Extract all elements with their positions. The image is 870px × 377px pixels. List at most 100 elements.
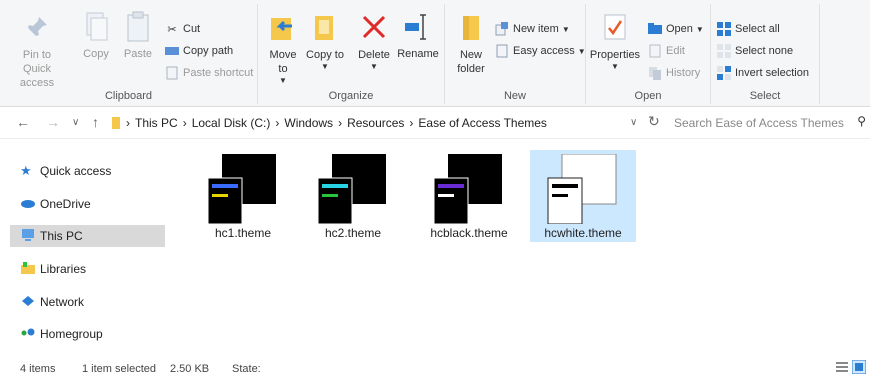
copy-button[interactable]: Copy (76, 10, 116, 60)
select-none-icon (717, 44, 731, 58)
up-arrow-icon[interactable]: ↑ (92, 114, 99, 130)
nav-item-label: Network (40, 295, 85, 309)
edit-button[interactable]: Edit (648, 44, 685, 58)
open-button[interactable]: Open ▼ (648, 22, 704, 36)
new-item-button[interactable]: New item ▼ (495, 22, 570, 36)
breadcrumb-ease-of-access-themes[interactable]: Ease of Access Themes (418, 116, 547, 130)
copy-to-icon (308, 10, 342, 44)
cut-button[interactable]: ✂ Cut (165, 22, 200, 36)
copy-to-label: Copy to (306, 49, 344, 61)
edit-label: Edit (666, 45, 685, 57)
nav-item-libraries[interactable]: Libraries (10, 258, 165, 280)
breadcrumb-local-disk[interactable]: Local Disk (C:) (192, 116, 271, 130)
new-item-label: New item (513, 23, 559, 35)
breadcrumb-separator-icon: › (409, 116, 414, 130)
file-item-hc2[interactable]: hc2.theme (300, 150, 406, 242)
nav-item-label: Homegroup (40, 327, 103, 341)
properties-icon (598, 10, 632, 44)
copy-to-button[interactable]: Copy to ▼ (306, 10, 344, 71)
file-item-hcblack[interactable]: hcblack.theme (416, 150, 522, 242)
file-name: hc1.theme (214, 226, 272, 240)
select-group: Select all Select none Invert selection … (711, 4, 820, 104)
new-item-icon (495, 22, 509, 36)
copy-path-label: Copy path (183, 45, 234, 57)
computer-icon (20, 229, 36, 243)
open-group-label: Open (634, 90, 662, 102)
paste-shortcut-label: Paste shortcut (183, 67, 254, 79)
open-label: Open (666, 23, 693, 35)
paste-button[interactable]: Paste (118, 10, 158, 60)
file-item-hcwhite[interactable]: hcwhite.theme (530, 150, 636, 242)
file-item-hc1[interactable]: hc1.theme (190, 150, 296, 242)
copy-icon (79, 10, 113, 44)
theme-file-icon (433, 154, 502, 224)
refresh-icon[interactable]: ↻ (648, 113, 660, 130)
breadcrumb-this-pc[interactable]: This PC (135, 116, 178, 130)
file-name: hcwhite.theme (544, 226, 622, 240)
search-box[interactable]: Search Ease of Access Themes ⚲ (668, 113, 866, 133)
breadcrumb-separator-icon: › (338, 116, 343, 130)
breadcrumb-resources[interactable]: Resources (347, 116, 404, 130)
paste-shortcut-button[interactable]: Paste shortcut (165, 66, 253, 80)
rename-button[interactable]: Rename (396, 10, 440, 60)
details-view-icon[interactable] (836, 361, 848, 376)
open-group: Properties ▼ Open ▼ Edit History Open (586, 4, 711, 104)
scissors-icon: ✂ (167, 23, 177, 36)
nav-item-label: Quick access (40, 164, 112, 178)
copy-path-icon (165, 44, 179, 58)
select-all-button[interactable]: Select all (717, 22, 780, 36)
select-none-button[interactable]: Select none (717, 44, 793, 58)
large-icons-view-icon[interactable] (851, 359, 867, 377)
nav-item-label: Libraries (40, 262, 87, 276)
copy-path-button[interactable]: Copy path (165, 44, 233, 58)
paste-label: Paste (123, 48, 153, 60)
history-label: History (666, 67, 701, 79)
status-state: State: (232, 363, 261, 375)
select-all-icon (717, 22, 731, 36)
history-button[interactable]: History (648, 66, 700, 80)
nav-item-onedrive[interactable]: OneDrive (10, 193, 165, 215)
pin-to-quick-access-button[interactable]: Pin to Quick access (8, 10, 66, 90)
forward-arrow-icon[interactable]: → (46, 114, 60, 130)
new-folder-button[interactable]: New folder (451, 10, 491, 76)
edit-icon (648, 44, 662, 58)
new-folder-label: New folder (457, 49, 485, 75)
delete-button[interactable]: Delete ▼ (354, 10, 394, 71)
easy-access-button[interactable]: Easy access ▼ (495, 44, 586, 58)
nav-item-homegroup[interactable]: Homegroup (10, 323, 165, 345)
organize-group-label: Organize (328, 90, 374, 102)
new-item-chevron-icon: ▼ (561, 24, 570, 34)
recent-chevron-icon[interactable]: ∨ (72, 117, 79, 128)
breadcrumb[interactable]: › This PC › Local Disk (C:) › Windows › … (126, 116, 552, 130)
history-icon (648, 66, 662, 80)
back-arrow-icon[interactable]: ← (16, 114, 30, 130)
nav-item-network[interactable]: Network (10, 291, 165, 313)
nav-item-this-pc[interactable]: This PC (10, 225, 165, 247)
properties-button[interactable]: Properties ▼ (588, 10, 642, 71)
address-dropdown-chevron-icon[interactable]: ∨ (630, 117, 637, 128)
paste-icon (121, 10, 155, 44)
breadcrumb-windows[interactable]: Windows (284, 116, 333, 130)
delete-chevron-icon: ▼ (370, 62, 378, 71)
status-item-count: 4 items (20, 363, 56, 375)
breadcrumb-separator-icon: › (182, 116, 187, 130)
easy-access-label: Easy access (513, 45, 575, 57)
invert-selection-button[interactable]: Invert selection (717, 66, 809, 80)
rename-label: Rename (397, 48, 439, 60)
status-size: 2.50 KB (170, 363, 210, 375)
easy-access-icon (495, 44, 509, 58)
new-group: New folder New item ▼ Easy access ▼ New (445, 4, 586, 104)
nav-item-quick-access[interactable]: ★ Quick access (10, 160, 165, 182)
move-to-button[interactable]: Move to ▼ (264, 10, 302, 85)
clipboard-group: Pin to Quick access Copy Paste ✂ Cut Cop… (0, 4, 258, 104)
address-bar: ← → ∨ ↑ › This PC › Local Disk (C:) › Wi… (0, 108, 870, 139)
cut-label: Cut (183, 23, 201, 35)
move-to-icon (266, 10, 300, 44)
search-icon[interactable]: ⚲ (857, 114, 866, 128)
search-input[interactable]: Search Ease of Access Themes (674, 116, 844, 130)
pin-label: Pin to Quick access (19, 49, 55, 89)
delete-x-icon (357, 10, 391, 44)
homegroup-icon (20, 327, 36, 341)
select-none-label: Select none (735, 45, 794, 57)
properties-chevron-icon: ▼ (611, 62, 619, 71)
